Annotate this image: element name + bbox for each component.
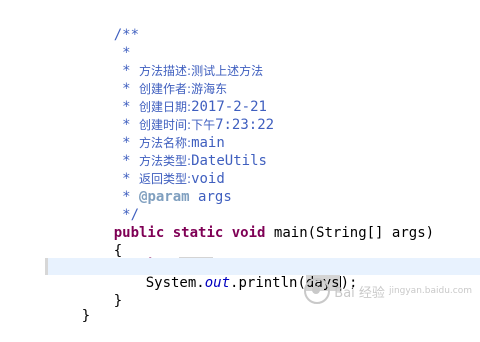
- code-line: * @param args: [113, 189, 232, 205]
- code-line: int days = getDayOfYear();: [48, 240, 480, 273]
- code-line: public static void main(String[] args): [48, 208, 480, 241]
- watermark-text: Bai 经验: [334, 285, 385, 301]
- editor-gutter[interactable]: [0, 0, 48, 308]
- code-line: * 创建作者:游海东: [113, 81, 228, 97]
- code-line: */: [48, 190, 480, 223]
- code-line: /**: [48, 10, 480, 43]
- outer-close-brace: }: [81, 308, 91, 324]
- watermark-sub: jingyan.baidu.com: [388, 286, 472, 296]
- code-line-current: System.out.println(days);: [48, 258, 480, 291]
- code-line: * 方法描述:测试上述方法: [113, 63, 264, 79]
- baidu-paw-icon: [304, 278, 331, 304]
- code-line: * 方法名称:main: [113, 135, 225, 151]
- code-line: * 创建时间:下午7:23:22: [113, 117, 275, 133]
- watermark: Bai 经验 jingyan.baidu.com: [304, 278, 472, 304]
- code-line: * 创建日期:2017-2-21: [113, 99, 267, 115]
- code-line: * 返回类型:void: [113, 171, 225, 187]
- code-line: * 方法类型:DateUtils: [113, 153, 267, 169]
- code-editor[interactable]: /** * * 方法描述:测试上述方法 * 创建作者:游海东 * 创建日期:20…: [0, 0, 480, 324]
- code-line: *: [48, 28, 480, 61]
